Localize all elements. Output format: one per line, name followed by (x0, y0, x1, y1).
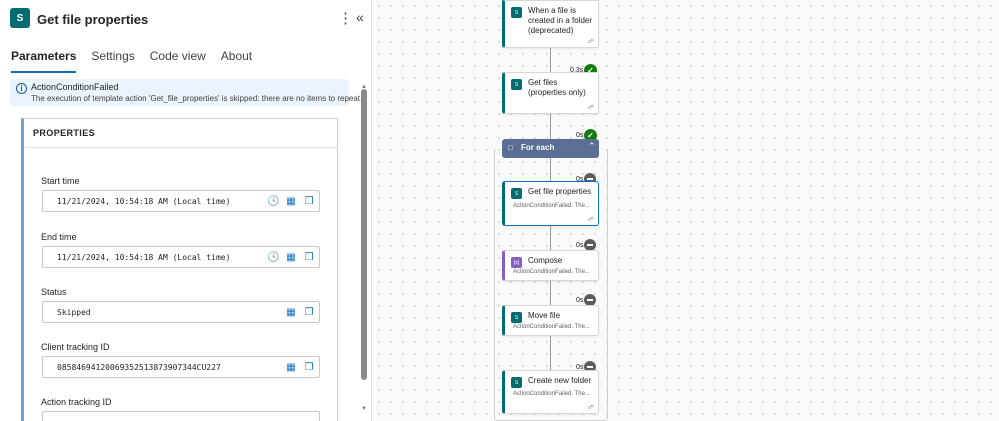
collapse-panel-icon[interactable]: « (356, 9, 364, 25)
action-details-panel: S Get file properties ⋮ « Parameters Set… (0, 0, 372, 421)
node-title: Compose (528, 256, 563, 265)
node-status-text: ActionConditionFailed. The... (513, 269, 590, 275)
node-status-text: ActionConditionFailed. The... (513, 391, 590, 397)
end-time-label: End time (41, 232, 77, 242)
sharepoint-icon: S (511, 377, 522, 388)
table-icon[interactable]: ▦ (285, 252, 297, 264)
properties-heading: PROPERTIES (24, 119, 337, 148)
scroll-thumb[interactable] (361, 89, 367, 380)
node-title: When a file is created in a folder (depr… (528, 6, 593, 35)
client-tracking-id-label: Client tracking ID (41, 342, 110, 352)
calendar-clock-icon[interactable]: 🕓 (267, 252, 279, 264)
more-options-icon[interactable]: ⋮ (338, 9, 353, 27)
status-value: Skipped (57, 308, 91, 317)
banner-message: The execution of template action 'Get_fi… (31, 94, 363, 103)
scroll-down-icon[interactable]: ▼ (361, 406, 367, 412)
node-move-file[interactable]: S Move file ActionConditionFailed. The..… (502, 305, 599, 336)
status-field[interactable]: Skipped ▦ ❐ (42, 301, 320, 323)
info-banner: i ActionConditionFailed The execution of… (10, 79, 362, 106)
tab-parameters[interactable]: Parameters (11, 49, 77, 73)
panel-tabs: Parameters Settings Code view About (11, 49, 267, 73)
sharepoint-icon: S (10, 8, 30, 28)
connector (550, 114, 551, 139)
table-icon[interactable]: ▦ (285, 362, 297, 374)
duration-badge: 0s (576, 297, 584, 304)
end-time-value: 11/21/2024, 10:54:18 AM (Local time) (57, 253, 231, 262)
duration-badge: 0s (576, 132, 584, 139)
node-title: Get files (properties only) (528, 78, 586, 97)
properties-card: PROPERTIES Start time 11/21/2024, 10:54:… (21, 118, 338, 421)
sharepoint-icon: S (511, 188, 522, 199)
copy-icon[interactable]: ❐ (303, 307, 315, 319)
client-tracking-id-field[interactable]: 08584694120069352513873907344CU227 ▦ ❐ (42, 356, 320, 378)
banner-title: ActionConditionFailed (31, 82, 119, 92)
link-icon: ☍ (587, 405, 594, 411)
action-tracking-id-field[interactable] (42, 411, 320, 421)
connector (550, 48, 551, 72)
tab-settings[interactable]: Settings (91, 49, 134, 73)
node-title: Create new folder (528, 376, 592, 385)
panel-title: Get file properties (37, 12, 149, 27)
copy-icon[interactable]: ❐ (303, 252, 315, 264)
link-icon: ☍ (587, 105, 594, 111)
duration-badge: 0s (576, 242, 584, 249)
end-time-field[interactable]: 11/21/2024, 10:54:18 AM (Local time) 🕓 ▦… (42, 246, 320, 268)
action-tracking-id-label: Action tracking ID (41, 397, 112, 407)
start-time-field[interactable]: 11/21/2024, 10:54:18 AM (Local time) 🕓 ▦… (42, 190, 320, 212)
tab-code-view[interactable]: Code view (150, 49, 206, 73)
info-icon: i (16, 83, 27, 94)
node-title: For each (521, 143, 555, 152)
node-title: Move file (528, 311, 561, 320)
calendar-clock-icon[interactable]: 🕓 (267, 196, 279, 208)
node-compose[interactable]: {x} Compose ActionConditionFailed. The..… (502, 250, 599, 281)
loop-icon: □ (508, 143, 513, 152)
tab-about[interactable]: About (221, 49, 252, 73)
node-create-new-folder[interactable]: S Create new folder ActionConditionFaile… (502, 370, 599, 414)
panel-scrollbar[interactable]: ▲ ▼ (360, 84, 368, 416)
start-time-value: 11/21/2024, 10:54:18 AM (Local time) (57, 197, 231, 206)
node-status-text: ActionConditionFailed. The... (513, 324, 590, 330)
node-get-files[interactable]: S Get files (properties only) ☍ (502, 72, 599, 114)
node-trigger[interactable]: S When a file is created in a folder (de… (502, 0, 599, 48)
link-icon: ☍ (587, 39, 594, 45)
sharepoint-icon: S (511, 79, 522, 90)
table-icon[interactable]: ▦ (285, 196, 297, 208)
node-for-each[interactable]: □ For each ⌃ (502, 139, 599, 158)
flow-canvas[interactable]: S When a file is created in a folder (de… (373, 0, 999, 421)
link-icon: ☍ (587, 217, 594, 223)
client-tracking-id-value: 08584694120069352513873907344CU227 (57, 363, 221, 372)
node-get-file-properties[interactable]: S Get file properties ActionConditionFai… (502, 181, 599, 226)
compose-icon: {x} (511, 257, 522, 268)
sharepoint-icon: S (511, 7, 522, 18)
copy-icon[interactable]: ❐ (303, 362, 315, 374)
status-label: Status (41, 287, 67, 297)
chevron-up-icon[interactable]: ⌃ (588, 141, 596, 152)
table-icon[interactable]: ▦ (285, 307, 297, 319)
copy-icon[interactable]: ❐ (303, 196, 315, 208)
node-status-text: ActionConditionFailed. The... (513, 203, 590, 209)
start-time-label: Start time (41, 176, 80, 186)
node-title: Get file properties (528, 187, 592, 196)
sharepoint-icon: S (511, 312, 522, 323)
panel-header: S Get file properties ⋮ « (10, 8, 364, 32)
